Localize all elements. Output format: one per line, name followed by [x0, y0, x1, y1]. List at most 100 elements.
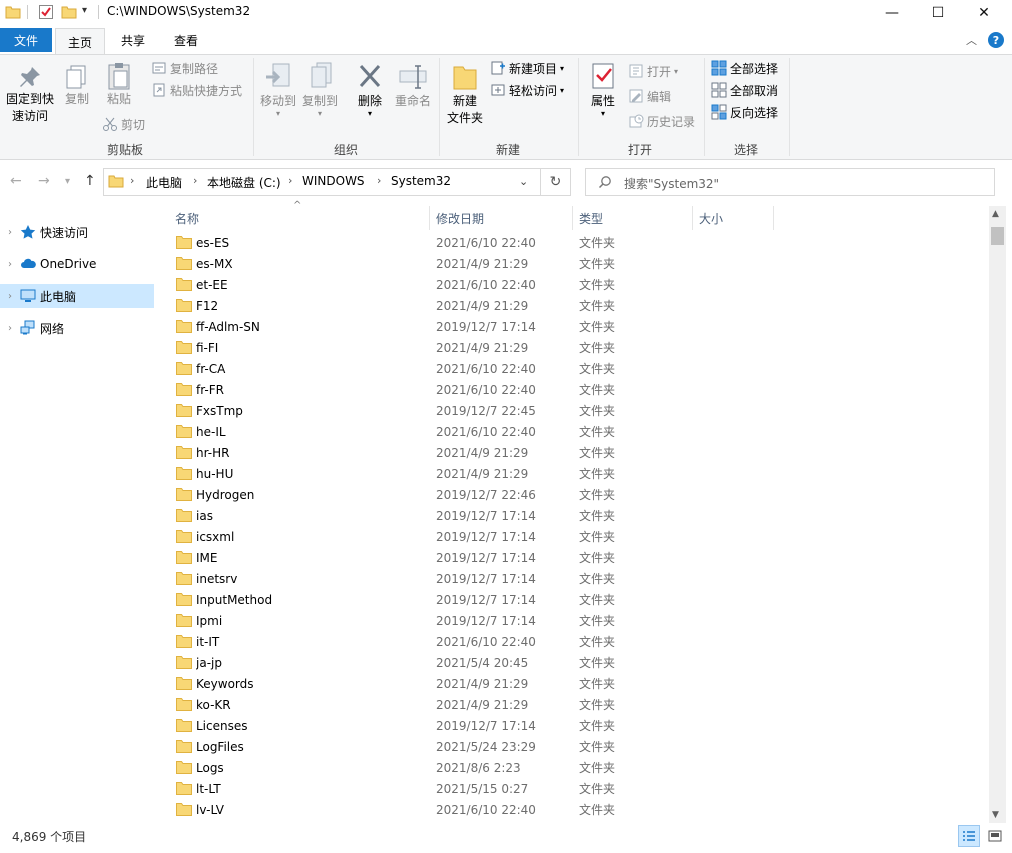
- breadcrumb-separator-icon[interactable]: ›: [377, 174, 381, 187]
- table-row[interactable]: et-EE 2021/6/10 22:40 文件夹: [168, 274, 748, 295]
- table-row[interactable]: FxsTmp 2019/12/7 22:45 文件夹: [168, 400, 748, 421]
- table-row[interactable]: InputMethod 2019/12/7 17:14 文件夹: [168, 589, 748, 610]
- column-header-name[interactable]: 名称: [168, 206, 429, 230]
- table-row[interactable]: Logs 2021/8/6 2:23 文件夹: [168, 757, 748, 778]
- table-row[interactable]: lt-LT 2021/5/15 0:27 文件夹: [168, 778, 748, 799]
- nav-item-this-pc[interactable]: › 此电脑: [0, 284, 154, 308]
- divider: [98, 5, 99, 19]
- properties-check-icon[interactable]: [38, 4, 54, 20]
- scrollbar-thumb[interactable]: [991, 227, 1004, 245]
- table-row[interactable]: ja-jp 2021/5/4 20:45 文件夹: [168, 652, 748, 673]
- tab-home[interactable]: 主页: [55, 28, 105, 55]
- table-row[interactable]: inetsrv 2019/12/7 17:14 文件夹: [168, 568, 748, 589]
- breadcrumb-this-pc[interactable]: 此电脑: [146, 174, 182, 191]
- nav-item-quick-access[interactable]: › 快速访问: [0, 220, 154, 244]
- table-row[interactable]: Hydrogen 2019/12/7 22:46 文件夹: [168, 484, 748, 505]
- up-arrow-icon[interactable]: ↑: [84, 173, 96, 189]
- table-row[interactable]: it-IT 2021/6/10 22:40 文件夹: [168, 631, 748, 652]
- nav-item-network[interactable]: › 网络: [0, 316, 154, 340]
- breadcrumb-separator-icon[interactable]: ›: [130, 174, 134, 187]
- new-item-button[interactable]: 新建项目 ▾: [490, 58, 564, 78]
- table-row[interactable]: LogFiles 2021/5/24 23:29 文件夹: [168, 736, 748, 757]
- recent-locations-chevron-icon[interactable]: ▾: [65, 176, 70, 187]
- edit-button[interactable]: 编辑: [628, 86, 671, 106]
- table-row[interactable]: fi-FI 2021/4/9 21:29 文件夹: [168, 337, 748, 358]
- expand-chevron-icon[interactable]: ›: [0, 227, 20, 238]
- folder-icon: [176, 761, 192, 774]
- table-row[interactable]: Keywords 2021/4/9 21:29 文件夹: [168, 673, 748, 694]
- breadcrumb-system32[interactable]: System32: [391, 174, 451, 188]
- invert-selection-button[interactable]: 反向选择: [711, 102, 778, 122]
- table-row[interactable]: hr-HR 2021/4/9 21:29 文件夹: [168, 442, 748, 463]
- minimize-button[interactable]: —: [869, 0, 915, 26]
- tab-share[interactable]: 共享: [110, 28, 156, 52]
- table-row[interactable]: ias 2019/12/7 17:14 文件夹: [168, 505, 748, 526]
- rename-button[interactable]: 重命名: [392, 61, 434, 110]
- table-row[interactable]: hu-HU 2021/4/9 21:29 文件夹: [168, 463, 748, 484]
- table-row[interactable]: icsxml 2019/12/7 17:14 文件夹: [168, 526, 748, 547]
- address-history-chevron-icon[interactable]: ⌄: [519, 175, 528, 188]
- details-view-button[interactable]: [958, 825, 980, 847]
- copy-to-button[interactable]: 复制到 ▾: [300, 61, 340, 118]
- tab-view[interactable]: 查看: [163, 28, 209, 52]
- expand-chevron-icon[interactable]: ›: [0, 323, 20, 334]
- table-row[interactable]: ff-Adlm-SN 2019/12/7 17:14 文件夹: [168, 316, 748, 337]
- breadcrumb-windows[interactable]: WINDOWS: [302, 174, 365, 188]
- breadcrumb-drive-c[interactable]: 本地磁盘 (C:): [207, 174, 281, 191]
- column-header-size[interactable]: 大小: [693, 206, 773, 230]
- large-icons-view-button[interactable]: [984, 825, 1006, 847]
- breadcrumb-separator-icon[interactable]: ›: [288, 174, 292, 187]
- column-header-date[interactable]: 修改日期: [430, 206, 572, 230]
- column-header-type[interactable]: 类型: [573, 206, 692, 230]
- history-button[interactable]: 历史记录: [628, 111, 695, 131]
- cut-button[interactable]: 剪切: [102, 114, 145, 134]
- nav-item-onedrive[interactable]: › OneDrive: [0, 252, 154, 276]
- table-row[interactable]: fr-CA 2021/6/10 22:40 文件夹: [168, 358, 748, 379]
- tab-file[interactable]: 文件: [0, 28, 52, 52]
- table-row[interactable]: ko-KR 2021/4/9 21:29 文件夹: [168, 694, 748, 715]
- copy-path-button[interactable]: 复制路径: [151, 58, 218, 78]
- file-date: 2021/4/9 21:29: [436, 445, 529, 460]
- new-folder-button[interactable]: 新建 文件夹: [443, 61, 487, 127]
- breadcrumb-separator-icon[interactable]: ›: [193, 174, 197, 187]
- new-folder-quick-icon[interactable]: [61, 4, 77, 20]
- table-row[interactable]: Ipmi 2019/12/7 17:14 文件夹: [168, 610, 748, 631]
- refresh-icon[interactable]: ↻: [541, 168, 571, 196]
- table-row[interactable]: F12 2021/4/9 21:29 文件夹: [168, 295, 748, 316]
- easy-access-button[interactable]: 轻松访问 ▾: [490, 80, 564, 100]
- select-none-button[interactable]: 全部取消: [711, 80, 778, 100]
- move-to-button[interactable]: 移动到 ▾: [258, 61, 298, 118]
- paste-shortcut-button[interactable]: 粘贴快捷方式: [151, 80, 242, 100]
- help-icon[interactable]: ?: [988, 32, 1004, 48]
- maximize-button[interactable]: ☐: [915, 0, 961, 26]
- open-button[interactable]: 打开 ▾: [628, 61, 678, 81]
- new-item-icon: [491, 61, 505, 75]
- properties-button[interactable]: 属性 ▾: [586, 61, 620, 118]
- table-row[interactable]: es-MX 2021/4/9 21:29 文件夹: [168, 253, 748, 274]
- delete-button[interactable]: 删除 ▾: [353, 61, 387, 118]
- back-arrow-icon[interactable]: ←: [10, 173, 22, 189]
- copy-button[interactable]: 复制: [61, 63, 93, 108]
- column-divider[interactable]: [773, 206, 774, 230]
- file-date: 2021/6/10 22:40: [436, 634, 536, 649]
- vertical-scrollbar[interactable]: [989, 206, 1006, 823]
- table-row[interactable]: IME 2019/12/7 17:14 文件夹: [168, 547, 748, 568]
- table-row[interactable]: fr-FR 2021/6/10 22:40 文件夹: [168, 379, 748, 400]
- expand-chevron-icon[interactable]: ›: [0, 291, 20, 302]
- expand-chevron-icon[interactable]: ›: [0, 259, 20, 270]
- table-row[interactable]: Licenses 2019/12/7 17:14 文件夹: [168, 715, 748, 736]
- pin-label-1: 固定到快: [5, 92, 54, 106]
- collapse-ribbon-icon[interactable]: ︿: [966, 32, 977, 48]
- pin-quick-access-button[interactable]: 固定到快 速访问: [3, 63, 57, 125]
- scroll-up-arrow-icon[interactable]: ▲: [992, 209, 999, 219]
- forward-arrow-icon[interactable]: →: [38, 173, 50, 189]
- table-row[interactable]: es-ES 2021/6/10 22:40 文件夹: [168, 232, 748, 253]
- table-row[interactable]: he-IL 2021/6/10 22:40 文件夹: [168, 421, 748, 442]
- select-all-button[interactable]: 全部选择: [711, 58, 778, 78]
- scroll-down-arrow-icon[interactable]: ▼: [992, 810, 999, 820]
- search-icon: [598, 176, 611, 189]
- table-row[interactable]: lv-LV 2021/6/10 22:40 文件夹: [168, 799, 748, 820]
- quick-access-dropdown-icon[interactable]: ▾: [82, 5, 87, 16]
- close-button[interactable]: ✕: [961, 0, 1007, 26]
- paste-button[interactable]: 粘贴: [102, 61, 136, 108]
